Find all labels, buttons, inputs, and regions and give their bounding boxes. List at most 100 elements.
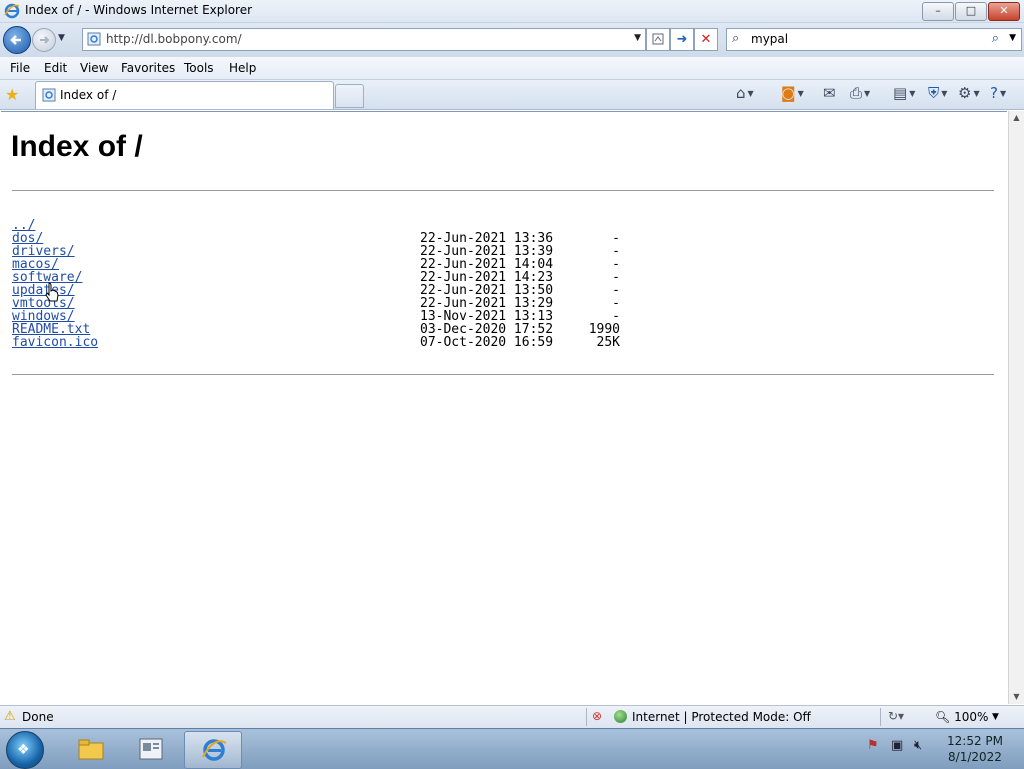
taskbar-ie-button[interactable] xyxy=(184,731,242,769)
taskbar: ❖ ⚑ ▣ 🔇︎ 12:52 PM 8/1/2022 xyxy=(0,728,1024,769)
status-separator xyxy=(880,708,881,726)
tab-index[interactable]: Index of / xyxy=(35,81,334,109)
menu-edit[interactable]: Edit xyxy=(44,61,67,75)
tools-dropdown-icon[interactable]: ▼ xyxy=(973,89,979,98)
gear-icon: ⚙ xyxy=(958,84,972,102)
top-divider xyxy=(12,190,994,191)
home-dropdown-icon[interactable]: ▼ xyxy=(748,89,754,98)
address-dropdown-icon[interactable]: ▼ xyxy=(634,33,641,43)
taskbar-program-button[interactable] xyxy=(122,731,178,767)
entry-link[interactable]: favicon.ico xyxy=(12,336,98,349)
ie-logo-icon xyxy=(202,739,227,761)
maximize-icon: □ xyxy=(965,4,977,17)
menu-help[interactable]: Help xyxy=(229,61,256,75)
forward-arrow-icon xyxy=(40,36,50,44)
scroll-down-icon[interactable]: ▼ xyxy=(1009,690,1024,704)
search-options-dropdown-icon[interactable]: ▼ xyxy=(1009,33,1016,43)
status-bar: ⚠ Done ⊗ Internet | Protected Mode: Off … xyxy=(0,705,1024,728)
tools-button[interactable]: ⚙ ▼ xyxy=(958,84,980,104)
page-title: Index of / xyxy=(11,130,143,163)
window-app-icon xyxy=(139,738,163,760)
entry-size: 25K xyxy=(596,335,620,350)
minimize-icon: – xyxy=(935,4,941,17)
menu-view[interactable]: View xyxy=(80,61,108,75)
go-button[interactable]: ➜ xyxy=(670,28,694,51)
compatibility-view-icon xyxy=(652,33,664,45)
back-button[interactable] xyxy=(3,26,31,54)
title-bar: Index of / - Windows Internet Explorer –… xyxy=(0,0,1024,23)
search-box[interactable]: ⌕ mypal ⌕ ▼ xyxy=(726,28,1022,51)
address-url[interactable]: http://dl.bobpony.com/ xyxy=(106,32,242,46)
status-text: Done xyxy=(22,710,54,724)
status-separator xyxy=(586,708,587,726)
system-clock[interactable]: 12:52 PM 8/1/2022 xyxy=(935,733,1015,765)
go-arrow-icon: ➜ xyxy=(676,32,688,47)
search-icon[interactable]: ⌕ xyxy=(992,31,999,46)
menu-bar: File Edit View Favorites Tools Help xyxy=(0,57,1024,80)
safety-dropdown-icon[interactable]: ▼ xyxy=(941,89,947,98)
page-button[interactable]: ▤ ▼ xyxy=(893,84,915,104)
warning-icon: ⚠ xyxy=(4,709,16,724)
close-button[interactable]: ✕ xyxy=(988,2,1020,21)
zoom-level[interactable]: 🔍︎ 100% xyxy=(935,710,988,724)
internet-zone-globe-icon xyxy=(614,710,627,723)
recent-pages-dropdown-icon[interactable]: ▼ xyxy=(58,33,65,43)
compatibility-view-button[interactable] xyxy=(646,28,670,51)
safety-button[interactable]: ⛨ ▼ xyxy=(928,84,947,104)
menu-favorites[interactable]: Favorites xyxy=(121,61,175,75)
windows-logo-icon: ❖ xyxy=(17,742,30,758)
help-dropdown-icon[interactable]: ▼ xyxy=(1000,89,1006,98)
bottom-divider xyxy=(12,374,994,375)
search-provider-icon: ⌕ xyxy=(732,31,740,46)
safety-shield-icon: ⛨ xyxy=(928,84,940,102)
addons-icon[interactable]: ↻▾ xyxy=(888,709,904,723)
page-favicon-icon xyxy=(87,32,101,46)
tray-network-icon[interactable]: ▣ xyxy=(891,738,903,753)
page-content: Index of / ../dos/22-Jun-2021 13:36- driv… xyxy=(1,111,1007,705)
favorites-star-icon[interactable]: ★ xyxy=(5,85,19,104)
window-title: Index of / - Windows Internet Explorer xyxy=(25,3,253,17)
home-button[interactable]: ⌂ ▼ xyxy=(736,84,754,104)
printer-icon: ⎙ xyxy=(850,84,863,102)
help-icon: ? xyxy=(990,84,998,102)
feeds-button[interactable]: ◙ ▼ xyxy=(781,84,804,104)
maximize-button[interactable]: □ xyxy=(955,2,987,21)
search-input[interactable]: mypal xyxy=(751,32,788,46)
popup-blocked-icon[interactable]: ⊗ xyxy=(592,709,602,723)
clock-time: 12:52 PM xyxy=(947,734,1003,748)
page-dropdown-icon[interactable]: ▼ xyxy=(909,89,915,98)
folder-icon xyxy=(78,739,104,760)
stop-button[interactable]: ✕ xyxy=(694,28,718,51)
entry-date: 07-Oct-2020 16:59 xyxy=(420,335,554,350)
address-bar[interactable]: http://dl.bobpony.com/ ▼ xyxy=(82,28,646,51)
forward-button[interactable] xyxy=(32,28,56,52)
stop-icon: ✕ xyxy=(700,32,712,47)
mail-icon: ✉ xyxy=(823,84,836,102)
menu-tools[interactable]: Tools xyxy=(184,61,214,75)
feeds-dropdown-icon[interactable]: ▼ xyxy=(798,89,804,98)
zoom-dropdown-icon[interactable]: ▼ xyxy=(992,712,999,722)
navigation-bar: ▼ http://dl.bobpony.com/ ▼ ➜ ✕ ⌕ mypal ⌕… xyxy=(0,23,1024,57)
tab-favicon-icon xyxy=(42,88,56,102)
tray-action-center-icon[interactable]: ⚑ xyxy=(867,738,879,753)
close-icon: ✕ xyxy=(999,4,1009,17)
ie-logo-icon xyxy=(4,3,20,19)
taskbar-explorer-button[interactable] xyxy=(62,731,118,767)
help-button[interactable]: ? ▼ xyxy=(990,84,1006,104)
zoom-value: 100% xyxy=(954,710,989,724)
print-button[interactable]: ⎙ ▼ xyxy=(850,84,870,104)
tray-volume-muted-icon[interactable]: 🔇︎ xyxy=(914,738,922,753)
command-bar: ★ Index of / ⌂ ▼ ◙ ▼ ✉ ⎙ ▼ ▤ ▼ ⛨ ▼ ⚙ ▼ ? ▼ xyxy=(0,80,1024,110)
back-arrow-icon xyxy=(10,35,21,45)
menu-file[interactable]: File xyxy=(10,61,30,75)
read-mail-button[interactable]: ✉ xyxy=(823,84,836,104)
print-dropdown-icon[interactable]: ▼ xyxy=(864,89,870,98)
security-zone[interactable]: Internet | Protected Mode: Off xyxy=(632,710,811,724)
vertical-scrollbar[interactable]: ▲ ▼ xyxy=(1008,111,1024,704)
new-tab-button[interactable] xyxy=(335,84,364,108)
home-icon: ⌂ xyxy=(736,84,746,102)
minimize-button[interactable]: – xyxy=(922,2,954,21)
start-button[interactable]: ❖ xyxy=(6,731,44,769)
clock-date: 8/1/2022 xyxy=(948,750,1002,764)
scroll-up-icon[interactable]: ▲ xyxy=(1009,111,1024,125)
